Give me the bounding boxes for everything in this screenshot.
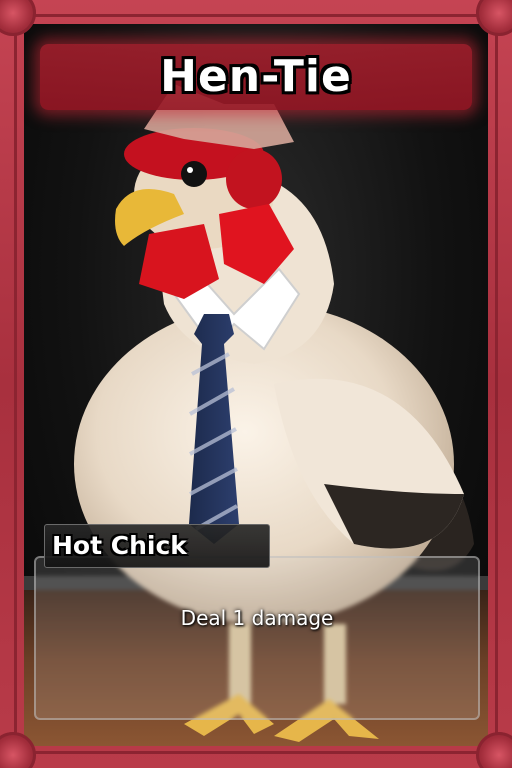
game-card[interactable]: Hen-Tie Hot Chick Deal 1 damage (0, 0, 512, 768)
card-type-label: Hot Chick (52, 531, 187, 560)
card-title: Hen-Tie (160, 51, 352, 102)
ability-text-box (34, 556, 480, 720)
card-ability-text: Deal 1 damage (180, 606, 334, 630)
